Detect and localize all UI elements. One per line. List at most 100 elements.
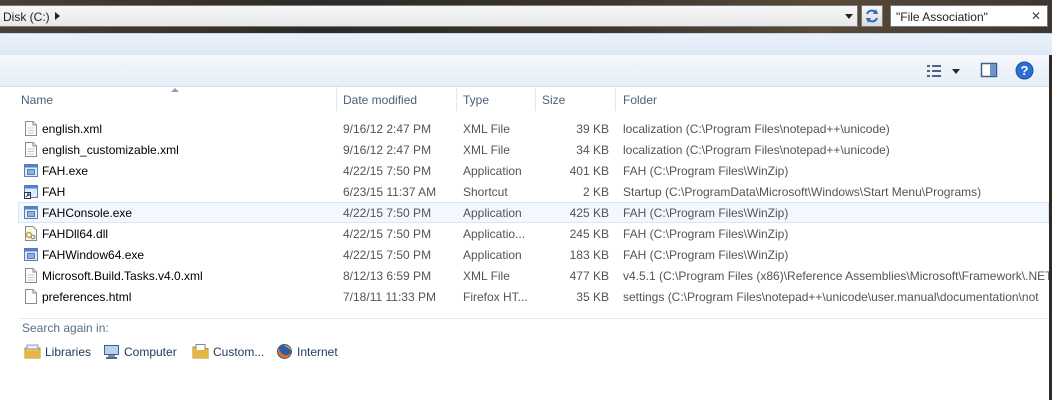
column-header-name[interactable]: Name bbox=[21, 87, 335, 111]
xml-file-icon bbox=[24, 142, 38, 157]
shortcut-icon bbox=[24, 184, 38, 199]
file-row[interactable]: FAHDll64.dll 4/22/15 7:50 PM Applicatio...… bbox=[0, 223, 1049, 244]
file-folder: FAH (C:\Program Files\WinZip) bbox=[623, 206, 789, 220]
file-size: 35 KB bbox=[576, 290, 609, 304]
address-bar[interactable]: Disk (C:) bbox=[0, 5, 858, 27]
file-name: FAHDll64.dll bbox=[42, 227, 109, 241]
file-folder: settings (C:\Program Files\notepad++\uni… bbox=[623, 290, 1039, 304]
file-type: Firefox HT... bbox=[463, 290, 528, 304]
file-folder: localization (C:\Program Files\notepad++… bbox=[623, 143, 890, 157]
file-row[interactable]: FAH 6/23/15 11:37 AM Shortcut 2 KB Startup (… bbox=[0, 181, 1049, 202]
details-view-icon bbox=[927, 65, 941, 77]
computer-icon bbox=[103, 343, 120, 360]
file-date-modified: 6/23/15 11:37 AM bbox=[343, 185, 437, 199]
file-size: 39 KB bbox=[576, 122, 609, 136]
file-size: 183 KB bbox=[569, 248, 609, 262]
file-size: 245 KB bbox=[569, 227, 609, 241]
file-name: FAHConsole.exe bbox=[42, 206, 133, 220]
view-dropdown-icon[interactable] bbox=[952, 69, 960, 74]
search-again-label: Search again in: bbox=[22, 321, 109, 335]
html-file-icon bbox=[24, 289, 38, 304]
libraries-icon bbox=[24, 343, 41, 360]
file-row[interactable]: Microsoft.Build.Tasks.v4.0.xml 8/12/13 6:… bbox=[0, 265, 1049, 286]
refresh-button[interactable] bbox=[861, 5, 883, 27]
file-row[interactable]: FAHWindow64.exe 4/22/15 7:50 PM Applicatio… bbox=[0, 244, 1049, 265]
file-date-modified: 4/22/15 7:50 PM bbox=[343, 248, 432, 262]
column-divider[interactable] bbox=[456, 87, 457, 111]
file-row[interactable]: FAHConsole.exe 4/22/15 7:50 PM Application… bbox=[0, 202, 1049, 223]
column-divider[interactable] bbox=[336, 87, 337, 111]
file-type: Shortcut bbox=[463, 185, 508, 199]
change-view-button[interactable] bbox=[924, 62, 964, 80]
file-name: english_customizable.xml bbox=[42, 143, 179, 157]
file-folder: FAH (C:\Program Files\WinZip) bbox=[623, 248, 789, 262]
xml-file-icon bbox=[24, 268, 38, 283]
file-folder: FAH (C:\Program Files\WinZip) bbox=[623, 164, 789, 178]
file-date-modified: 7/18/11 11:33 PM bbox=[343, 290, 436, 304]
folder-icon bbox=[192, 343, 209, 360]
search-location-label: Internet bbox=[297, 345, 338, 359]
file-size: 425 KB bbox=[569, 206, 609, 220]
refresh-icon bbox=[866, 9, 878, 23]
file-date-modified: 8/12/13 6:59 PM bbox=[343, 269, 432, 283]
file-type: Application bbox=[463, 206, 522, 220]
file-date-modified: 4/22/15 7:50 PM bbox=[343, 227, 432, 241]
preview-pane-button[interactable] bbox=[980, 62, 1000, 80]
file-type: XML File bbox=[463, 143, 510, 157]
search-input[interactable]: "File Association" ✕ bbox=[890, 5, 1048, 27]
toolbar: ? bbox=[0, 55, 1052, 87]
svg-text:?: ? bbox=[1021, 63, 1029, 78]
file-name: FAHWindow64.exe bbox=[42, 248, 145, 262]
application-icon bbox=[24, 247, 38, 262]
search-location-label: Computer bbox=[124, 345, 177, 359]
file-type: XML File bbox=[463, 122, 510, 136]
help-icon: ? bbox=[1015, 61, 1034, 80]
column-header-folder[interactable]: Folder bbox=[623, 87, 1043, 111]
help-button[interactable]: ? bbox=[1015, 61, 1035, 81]
file-date-modified: 9/16/12 2:47 PM bbox=[343, 122, 432, 136]
file-size: 34 KB bbox=[576, 143, 609, 157]
column-divider[interactable] bbox=[535, 87, 536, 111]
file-row[interactable]: english.xml 9/16/12 2:47 PM XML File 39 KB l… bbox=[0, 118, 1049, 139]
column-header-size[interactable]: Size bbox=[542, 87, 614, 111]
file-date-modified: 4/22/15 7:50 PM bbox=[343, 206, 432, 220]
preview-pane-icon bbox=[980, 62, 998, 78]
column-divider[interactable] bbox=[615, 87, 616, 111]
command-bar-strip bbox=[0, 33, 1052, 55]
file-folder: FAH (C:\Program Files\WinZip) bbox=[623, 227, 789, 241]
search-location-label: Libraries bbox=[45, 345, 92, 359]
file-name: FAH bbox=[42, 185, 66, 199]
dll-file-icon bbox=[24, 226, 38, 241]
file-size: 2 KB bbox=[582, 185, 609, 199]
file-name: FAH.exe bbox=[42, 164, 89, 178]
column-header-type[interactable]: Type bbox=[463, 87, 535, 111]
address-dropdown-icon[interactable] bbox=[842, 6, 857, 26]
search-location-label: Custom... bbox=[213, 345, 265, 359]
address-breadcrumb-disk[interactable]: Disk (C:) bbox=[3, 10, 50, 24]
file-type: Application bbox=[463, 164, 522, 178]
xml-file-icon bbox=[24, 121, 38, 136]
file-name: english.xml bbox=[42, 122, 103, 136]
file-folder: Startup (C:\ProgramData\Microsoft\Window… bbox=[623, 185, 982, 199]
file-date-modified: 9/16/12 2:47 PM bbox=[343, 143, 432, 157]
file-name: Microsoft.Build.Tasks.v4.0.xml bbox=[42, 269, 203, 283]
file-folder: v4.5.1 (C:\Program Files (x86)\Reference… bbox=[623, 269, 1049, 283]
file-date-modified: 4/22/15 7:50 PM bbox=[343, 164, 432, 178]
file-folder: localization (C:\Program Files\notepad++… bbox=[623, 122, 890, 136]
file-type: Applicatio... bbox=[463, 227, 526, 241]
file-row[interactable]: english_customizable.xml 9/16/12 2:47 PM X… bbox=[0, 139, 1049, 160]
window-top-bar: Disk (C:) "File Association" ✕ bbox=[0, 0, 1052, 33]
file-name: preferences.html bbox=[42, 290, 132, 304]
column-header-date[interactable]: Date modified bbox=[343, 87, 455, 111]
file-size: 477 KB bbox=[569, 269, 609, 283]
file-type: XML File bbox=[463, 269, 510, 283]
application-icon bbox=[24, 163, 38, 178]
clear-search-icon[interactable]: ✕ bbox=[1031, 9, 1041, 23]
file-row[interactable]: FAH.exe 4/22/15 7:50 PM Application 401 KB F… bbox=[0, 160, 1049, 181]
file-size: 401 KB bbox=[569, 164, 609, 178]
breadcrumb-chevron-icon[interactable] bbox=[55, 12, 60, 20]
application-icon bbox=[24, 205, 38, 220]
file-row[interactable]: preferences.html 7/18/11 11:33 PM Firefox … bbox=[0, 286, 1049, 307]
file-type: Application bbox=[463, 248, 522, 262]
search-query[interactable]: "File Association" bbox=[896, 10, 988, 24]
